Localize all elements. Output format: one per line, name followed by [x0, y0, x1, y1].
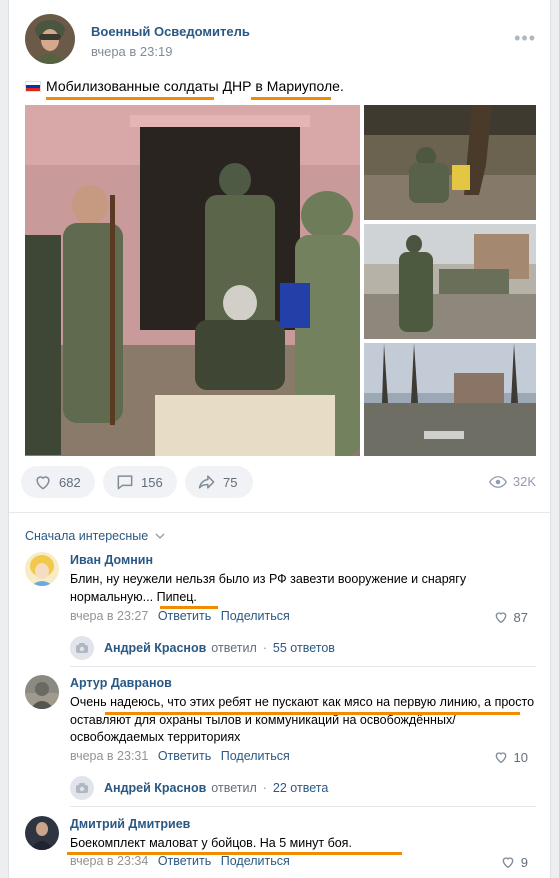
reply-author: Андрей Краснов [104, 781, 207, 795]
highlight-underline [46, 97, 214, 100]
more-icon[interactable]: ••• [514, 28, 536, 49]
replies-thread[interactable]: Андрей Краснов ответил · 22 ответа [70, 776, 328, 800]
reply-link[interactable]: Ответить [158, 854, 211, 868]
post-actions: 682 156 75 32K [21, 466, 540, 502]
comment-icon [117, 475, 133, 490]
comment-count: 156 [141, 474, 163, 490]
commenter-name[interactable]: Дмитрий Дмитриев [70, 817, 190, 831]
reply-count: 22 ответа [272, 781, 329, 795]
comment-like-count: 87 [513, 609, 528, 625]
commenter-avatar[interactable] [25, 675, 59, 709]
comment-text: Очень надеюсь, что этих ребят не пускают… [70, 695, 535, 744]
share-link[interactable]: Поделиться [221, 854, 290, 868]
camera-icon [70, 776, 94, 800]
commenter-name[interactable]: Артур Давранов [70, 676, 172, 690]
highlight-underline [105, 712, 520, 715]
heart-icon [502, 857, 514, 869]
author-avatar[interactable] [25, 14, 75, 64]
replied-word: ответил [211, 641, 257, 655]
photo-main[interactable] [25, 105, 360, 456]
comment-meta: вчера в 23:27 Ответить Поделиться [70, 609, 290, 623]
reply-count: 55 ответов [272, 641, 335, 655]
replies-thread[interactable]: Андрей Краснов ответил · 55 ответов [70, 636, 335, 660]
sort-label: Сначала интересные [25, 529, 149, 543]
views-count: 32K [512, 474, 536, 489]
comment-time[interactable]: вчера в 23:31 [70, 749, 148, 763]
heart-icon [495, 612, 506, 624]
comment-like-button[interactable]: 87 [493, 609, 528, 625]
comment-divider [70, 666, 536, 667]
share-link[interactable]: Поделиться [221, 749, 290, 763]
russia-flag-icon [25, 81, 41, 92]
photo-3[interactable] [364, 224, 536, 339]
camera-icon [70, 636, 94, 660]
heart-icon [495, 752, 506, 764]
comment-like-count: 9 [520, 854, 528, 870]
comment: Иван Домнин Блин, ну неужели нельзя было… [25, 552, 536, 664]
eye-icon [488, 475, 507, 488]
dot-separator: · [262, 781, 267, 795]
commenter-avatar[interactable] [25, 552, 59, 586]
reply-link[interactable]: Ответить [158, 609, 211, 623]
comment-time[interactable]: вчера в 23:34 [70, 854, 148, 868]
chevron-down-icon [155, 533, 165, 540]
share-count: 75 [223, 474, 238, 490]
post-header: Военный Осведомитель вчера в 23:19 ••• [25, 14, 536, 64]
divider [9, 512, 552, 513]
photo-2[interactable] [364, 105, 536, 220]
comment-meta: вчера в 23:31 Ответить Поделиться [70, 749, 290, 763]
comment-like-button[interactable]: 10 [493, 749, 528, 765]
views-counter: 32K [488, 474, 536, 489]
share-link[interactable]: Поделиться [221, 609, 290, 623]
comment: Артур Давранов Очень надеюсь, что этих р… [25, 675, 536, 803]
share-button[interactable]: 75 [185, 466, 253, 498]
author-name[interactable]: Военный Осведомитель [91, 24, 250, 39]
like-count: 682 [59, 474, 81, 490]
comment-text: Боекомплект маловат у бойцов. На 5 минут… [70, 836, 352, 850]
commenter-avatar[interactable] [25, 816, 59, 850]
comment-time[interactable]: вчера в 23:27 [70, 609, 148, 623]
reply-link[interactable]: Ответить [158, 749, 211, 763]
highlight-underline [251, 97, 331, 100]
comment-like-button[interactable]: 9 [500, 854, 528, 870]
share-icon [198, 475, 215, 489]
commenter-name[interactable]: Иван Домнин [70, 553, 153, 567]
like-button[interactable]: 682 [21, 466, 95, 498]
comment-button[interactable]: 156 [103, 466, 177, 498]
comment-meta: вчера в 23:34 Ответить Поделиться [70, 854, 290, 868]
comment: Дмитрий Дмитриев Боекомплект маловат у б… [25, 816, 536, 876]
post-card: Военный Осведомитель вчера в 23:19 ••• М… [8, 0, 552, 878]
comment-text: Блин, ну неужели нельзя было из РФ завез… [70, 572, 467, 604]
photo-gallery [25, 105, 536, 456]
dot-separator: · [262, 641, 267, 655]
post-text-content: Мобилизованные солдаты ДНР в Мариуполе. [46, 78, 344, 94]
replied-word: ответил [211, 781, 257, 795]
post-text: Мобилизованные солдаты ДНР в Мариуполе. [25, 78, 344, 94]
heart-icon [36, 476, 50, 490]
sort-dropdown[interactable]: Сначала интересные [25, 529, 165, 543]
comment-divider [70, 806, 536, 807]
post-time[interactable]: вчера в 23:19 [91, 44, 172, 59]
comment-like-count: 10 [513, 749, 528, 765]
reply-author: Андрей Краснов [104, 641, 207, 655]
photo-4[interactable] [364, 343, 536, 456]
